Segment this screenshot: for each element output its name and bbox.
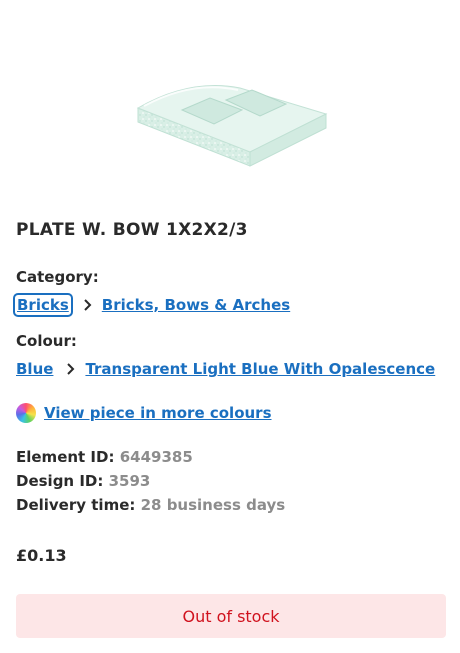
colour-link-blue[interactable]: Blue	[16, 360, 53, 378]
element-id-value: 6449385	[119, 448, 193, 466]
product-image	[136, 85, 328, 167]
element-id-row: Element ID: 6449385	[16, 448, 193, 466]
price: £0.13	[16, 546, 67, 565]
chevron-right-icon	[67, 363, 75, 375]
more-colours-row: View piece in more colours	[16, 403, 272, 423]
chevron-right-icon	[84, 299, 92, 311]
delivery-time-label: Delivery time:	[16, 496, 141, 514]
category-link-bricks[interactable]: Bricks	[13, 293, 73, 317]
product-title: PLATE W. BOW 1X2X2/3	[16, 220, 248, 240]
out-of-stock-button[interactable]: Out of stock	[16, 594, 446, 638]
category-label: Category:	[16, 268, 99, 286]
colour-wheel-icon	[16, 403, 36, 423]
design-id-value: 3593	[108, 472, 151, 490]
colour-label: Colour:	[16, 332, 77, 350]
category-link-bows-arches[interactable]: Bricks, Bows & Arches	[102, 296, 290, 314]
element-id-label: Element ID:	[16, 448, 120, 466]
design-id-row: Design ID: 3593	[16, 472, 150, 490]
colour-breadcrumb: Blue Transparent Light Blue With Opalesc…	[16, 360, 435, 378]
delivery-time-value: 28 business days	[140, 496, 286, 514]
design-id-label: Design ID:	[16, 472, 109, 490]
colour-link-transparent-light-blue[interactable]: Transparent Light Blue With Opalescence	[85, 360, 435, 378]
view-more-colours-link[interactable]: View piece in more colours	[44, 404, 272, 422]
category-breadcrumb: Bricks Bricks, Bows & Arches	[13, 293, 290, 317]
delivery-time-row: Delivery time: 28 business days	[16, 496, 285, 514]
